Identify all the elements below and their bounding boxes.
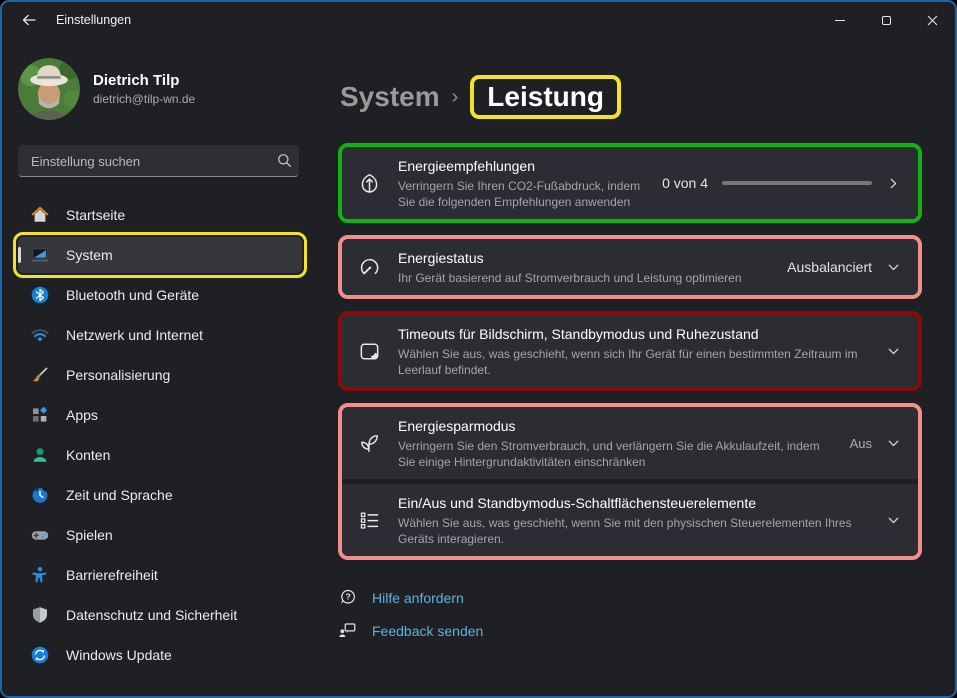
- paintbrush-icon: [30, 365, 50, 385]
- get-help-label: Hilfe anfordern: [372, 590, 464, 606]
- sidebar-item-bluetooth[interactable]: Bluetooth und Geräte: [18, 277, 302, 313]
- timeouts-expander[interactable]: [886, 344, 901, 359]
- card-description: Ihr Gerät basierend auf Stromverbrauch u…: [398, 270, 770, 286]
- minimize-icon: [835, 20, 845, 21]
- close-icon: [927, 15, 938, 26]
- chevron-down-icon: [886, 260, 901, 275]
- settings-window: Einstellungen: [0, 0, 957, 698]
- user-name: Dietrich Tilp: [93, 72, 195, 89]
- back-arrow-icon: [21, 12, 37, 28]
- sidebar-item-netzwerk[interactable]: Netzwerk und Internet: [18, 317, 302, 353]
- card-title: Energiesparmodus: [398, 416, 833, 436]
- sidebar-item-barrierefreiheit[interactable]: Barrierefreiheit: [18, 557, 302, 593]
- card-description: Verringern Sie Ihren CO2-Fußabdruck, ind…: [398, 178, 645, 210]
- user-email: dietrich@tilp-wn.de: [93, 92, 195, 106]
- chevron-down-icon: [886, 436, 901, 451]
- titlebar: Einstellungen: [2, 2, 955, 38]
- screen-sleep-icon: [358, 340, 381, 363]
- dropdown-value: Ausbalanciert: [787, 259, 872, 275]
- breadcrumb: System › Leistung: [340, 70, 922, 124]
- feedback-icon: [338, 621, 357, 640]
- clock-globe-icon: [30, 485, 50, 505]
- card-energiestatus[interactable]: Energiestatus Ihr Gerät basierend auf St…: [342, 239, 918, 295]
- leaf-icon: [358, 172, 381, 195]
- search-input[interactable]: [18, 145, 299, 177]
- search-icon: [277, 153, 292, 168]
- toggle-state-value: Aus: [850, 436, 872, 451]
- card-title: Energiestatus: [398, 248, 770, 268]
- send-feedback-link[interactable]: Feedback senden: [338, 621, 922, 640]
- sidebar-item-zeit-sprache[interactable]: Zeit und Sprache: [18, 477, 302, 513]
- back-button[interactable]: [8, 4, 50, 36]
- maximize-icon: [882, 16, 891, 25]
- chevron-down-icon: [886, 344, 901, 359]
- avatar: [18, 58, 80, 120]
- bluetooth-icon: [30, 285, 50, 305]
- annotation-green-box: Energieempfehlungen Verringern Sie Ihren…: [338, 143, 922, 223]
- update-arrows-icon: [30, 645, 50, 665]
- annotation-pink-box-group: Energiesparmodus Verringern Sie den Stro…: [338, 403, 922, 560]
- card-description: Wählen Sie aus, was geschieht, wenn Sie …: [398, 515, 869, 547]
- energiestatus-dropdown[interactable]: Ausbalanciert: [787, 259, 901, 275]
- leaf-battery-icon: [358, 432, 381, 455]
- svg-text:?: ?: [345, 592, 350, 602]
- sidebar-item-datenschutz[interactable]: Datenschutz und Sicherheit: [18, 597, 302, 633]
- breadcrumb-parent[interactable]: System: [340, 81, 440, 113]
- card-energieempfehlungen[interactable]: Energieempfehlungen Verringern Sie Ihren…: [342, 147, 918, 219]
- sidebar-item-startseite[interactable]: Startseite: [18, 197, 302, 233]
- gauge-icon: [358, 256, 381, 279]
- maximize-button[interactable]: [863, 3, 909, 37]
- help-bubble-icon: ?: [338, 588, 357, 607]
- chevron-down-icon: [886, 513, 901, 528]
- settings-cards: Energieempfehlungen Verringern Sie Ihren…: [338, 143, 922, 560]
- power-buttons-expander[interactable]: [886, 513, 901, 528]
- list-controls-icon: [358, 509, 381, 532]
- sidebar-item-spielen[interactable]: Spielen: [18, 517, 302, 553]
- sidebar-item-apps[interactable]: Apps: [18, 397, 302, 433]
- laptop-icon: [30, 245, 50, 265]
- annotation-pink-box-energiestatus: Energiestatus Ihr Gerät basierend auf St…: [338, 235, 922, 299]
- progress-label: 0 von 4: [662, 175, 708, 191]
- page-title: Leistung: [487, 81, 604, 112]
- footer-links: ? Hilfe anfordern Feedback senden: [338, 588, 922, 640]
- breadcrumb-separator-icon: ›: [452, 86, 459, 109]
- main-content: System › Leistung: [318, 38, 955, 696]
- sidebar: Dietrich Tilp dietrich@tilp-wn.de S: [2, 38, 318, 696]
- progress-bar: [722, 181, 872, 185]
- user-profile[interactable]: Dietrich Tilp dietrich@tilp-wn.de: [18, 58, 302, 120]
- settings-search: [18, 145, 302, 177]
- sidebar-item-windows-update[interactable]: Windows Update: [18, 637, 302, 673]
- sidebar-item-personalisierung[interactable]: Personalisierung: [18, 357, 302, 393]
- person-icon: [30, 445, 50, 465]
- chevron-right-icon: [886, 176, 901, 191]
- sidebar-nav: Startseite System Bluetooth und Ger: [18, 197, 302, 673]
- wifi-icon: [30, 325, 50, 345]
- card-power-buttons[interactable]: Ein/Aus und Standbymodus-Schaltflächenst…: [342, 484, 918, 556]
- close-button[interactable]: [909, 3, 955, 37]
- card-description: Wählen Sie aus, was geschieht, wenn sich…: [398, 346, 869, 378]
- sidebar-item-system[interactable]: System: [18, 237, 302, 273]
- get-help-link[interactable]: ? Hilfe anfordern: [338, 588, 922, 607]
- minimize-button[interactable]: [817, 3, 863, 37]
- card-title: Ein/Aus und Standbymodus-Schaltflächenst…: [398, 493, 869, 513]
- sidebar-item-konten[interactable]: Konten: [18, 437, 302, 473]
- gamepad-icon: [30, 525, 50, 545]
- annotation-darkred-box: Timeouts für Bildschirm, Standbymodus un…: [338, 311, 922, 391]
- home-icon: [30, 205, 50, 225]
- card-title: Energieempfehlungen: [398, 156, 645, 176]
- card-energiesparmodus[interactable]: Energiesparmodus Verringern Sie den Stro…: [342, 407, 918, 479]
- accessibility-icon: [30, 565, 50, 585]
- send-feedback-label: Feedback senden: [372, 623, 483, 639]
- card-timeouts[interactable]: Timeouts für Bildschirm, Standbymodus un…: [342, 315, 918, 387]
- card-title: Timeouts für Bildschirm, Standbymodus un…: [398, 324, 869, 344]
- shield-icon: [30, 605, 50, 625]
- window-title: Einstellungen: [56, 13, 131, 27]
- energiesparmodus-expander[interactable]: Aus: [850, 436, 901, 451]
- card-description: Verringern Sie den Stromverbrauch, und v…: [398, 438, 833, 470]
- annotation-yellow-box-breadcrumb: Leistung: [470, 75, 621, 119]
- apps-grid-icon: [30, 405, 50, 425]
